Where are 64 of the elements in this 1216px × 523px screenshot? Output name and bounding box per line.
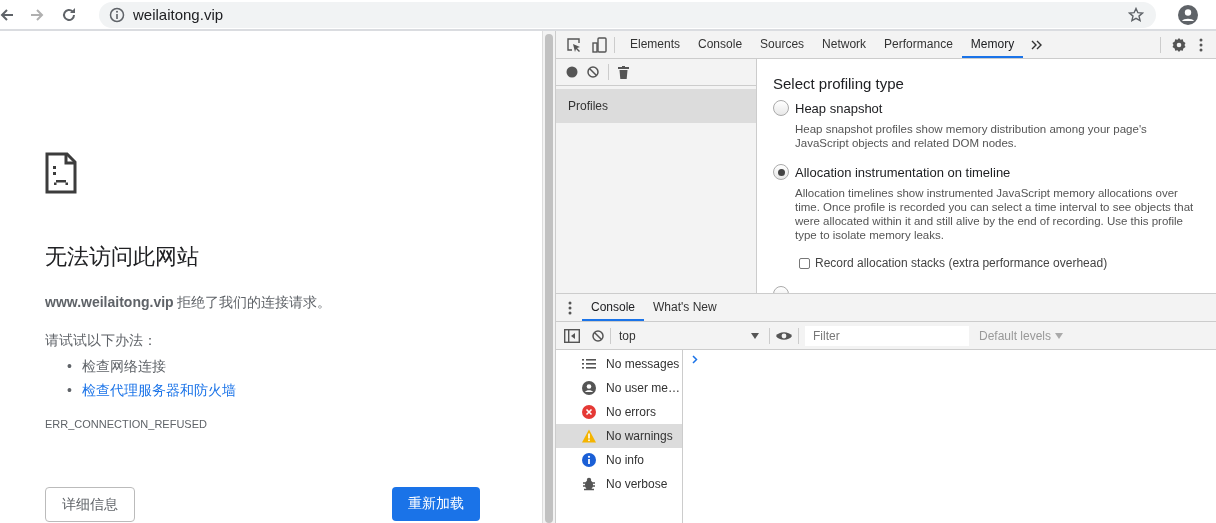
suggestion-link[interactable]: 检查代理服务器和防火墙 (81, 378, 236, 402)
suggestions-heading: 请试试以下办法： (45, 332, 158, 350)
message-filter-item[interactable]: No user me… (556, 376, 682, 400)
panel-tab[interactable]: Console (689, 31, 752, 58)
scrollbar-thumb[interactable] (545, 34, 553, 523)
message-filter-item[interactable]: No warnings (556, 424, 682, 448)
info-icon (582, 453, 596, 467)
trash-icon[interactable] (618, 65, 629, 79)
dropdown-caret-icon (1055, 332, 1064, 339)
drawer-tab[interactable]: What's New (644, 294, 726, 321)
list-icon (582, 357, 596, 371)
error-title: 无法访问此网站 (45, 243, 200, 271)
record-icon[interactable] (566, 66, 578, 78)
error-code: ERR_CONNECTION_REFUSED (45, 418, 208, 430)
prompt-chevron-icon (692, 355, 698, 364)
dropdown-caret-icon (751, 332, 759, 339)
message-filter-item[interactable]: No errors (556, 400, 682, 424)
sad-page-icon (45, 152, 77, 194)
clear-console-icon[interactable] (592, 329, 604, 342)
message-filter-item[interactable]: No verbose (556, 472, 682, 496)
drawer-menu-icon[interactable] (568, 300, 572, 315)
more-tabs-icon[interactable] (1031, 38, 1044, 51)
option-description: Allocation timelines show instrumented JavaScript memory allocations over time. Once profile is recorded you can select a time interval to see objects that were allocated within it and still alive by the end of recording. Use this profile type to isolate memory leaks. (795, 186, 1195, 242)
warning-icon (582, 429, 596, 443)
clear-icon[interactable] (587, 66, 599, 78)
panel-tab[interactable]: Sources (751, 31, 814, 58)
message-filter-item[interactable]: No messages (556, 352, 682, 376)
panel-tab[interactable]: Elements (621, 31, 690, 58)
error-icon (582, 405, 596, 419)
option-description: Heap snapshot profiles show memory distribution among your page's JavaScript objects and related DOM nodes. (795, 122, 1148, 150)
filter-field[interactable]: Filter (805, 325, 969, 346)
checkbox-label: Record allocation stacks (extra performance overhead) (815, 256, 1108, 270)
panel-tab[interactable]: Performance (875, 31, 962, 58)
checkbox[interactable] (799, 257, 810, 269)
reload-icon[interactable] (61, 6, 77, 23)
error-message: www.weilaitong.vip 拒绝了我们的连接请求。 (45, 294, 333, 312)
info-icon (109, 6, 125, 23)
address-field[interactable]: weilaitong.vip (133, 6, 224, 23)
section-heading: Select profiling type (773, 75, 905, 92)
user-icon (582, 381, 596, 395)
message-filter-item[interactable]: No info (556, 448, 682, 472)
bullet: • (67, 357, 72, 376)
inspect-element-icon[interactable] (566, 36, 582, 53)
device-toolbar-icon[interactable] (592, 36, 608, 53)
sidebar-toggle-icon[interactable] (564, 328, 580, 343)
suggestion-text: 检查网络连接 (81, 357, 166, 376)
radio-button[interactable] (773, 100, 789, 116)
settings-icon[interactable] (1171, 36, 1187, 53)
radio-button[interactable] (773, 164, 789, 180)
sidebar-item[interactable]: Profiles (556, 89, 756, 123)
reload-button[interactable]: 重新加载 (392, 487, 480, 521)
option-label: Allocation instrumentation on timeline (795, 164, 1012, 182)
panel-tab[interactable]: Network (813, 31, 876, 58)
bug-icon (582, 477, 596, 491)
account-avatar-icon[interactable] (1178, 4, 1198, 25)
back-icon[interactable] (0, 7, 14, 22)
panel-tab[interactable]: Memory (961, 31, 1024, 58)
eye-icon[interactable] (776, 330, 792, 341)
bullet: • (67, 381, 72, 400)
bookmark-star-icon[interactable] (1128, 6, 1144, 23)
more-options-icon[interactable] (1199, 37, 1203, 52)
details-button[interactable]: 详细信息 (45, 487, 135, 522)
option-label: Heap snapshot (795, 100, 884, 118)
context-select[interactable]: top (619, 328, 763, 343)
